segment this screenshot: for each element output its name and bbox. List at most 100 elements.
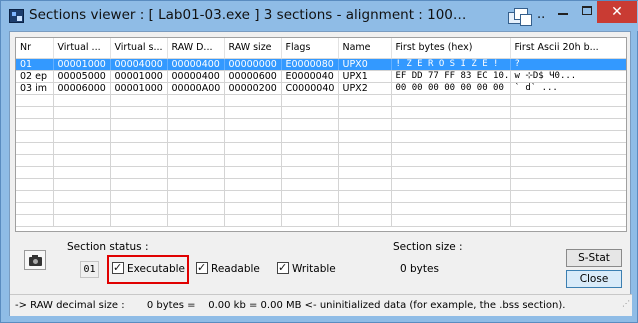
table-row[interactable]: 01 00001000 00004000 00000400 00000000 E00000… [16,58,626,71]
app-icon [9,9,24,23]
writable-checkbox[interactable]: Writable [277,260,336,277]
checkmark-icon [277,260,289,275]
sections-table[interactable]: Nr Virtual ... Virtual s... RAW D... RAW… [15,37,627,232]
table-row [16,166,626,179]
table-cell [53,202,111,215]
table-row[interactable]: 03 im 00006000 00001000 00000A00 00000200 C00… [16,82,626,95]
table-cell [391,106,511,119]
readable-label: Readable [211,263,260,275]
table-cell [110,94,168,107]
table-cell [167,118,225,131]
snapshot-button[interactable] [24,250,46,270]
table-cell [338,190,392,203]
table-cell: 00005000 [53,70,111,83]
table-cell: 00001000 [110,82,168,95]
s-stat-button[interactable]: S-Stat [566,249,622,267]
table-cell [110,178,168,191]
table-cell [281,94,339,107]
client-area: Nr Virtual ... Virtual s... RAW D... RAW… [9,31,632,316]
column-header[interactable]: Virtual s... [110,38,168,59]
table-cell [53,142,111,155]
column-header[interactable]: First bytes (hex) [391,38,511,59]
close-window-button[interactable]: ✕ [597,1,637,23]
close-icon: ✕ [611,4,623,20]
table-cell [510,202,626,215]
section-number-field: 01 [80,261,99,278]
table-cell: 00001000 [110,70,168,83]
table-cell [338,214,392,227]
resize-grip-icon[interactable]: ⋰ [622,295,630,314]
table-cell [391,190,511,203]
table-cell [110,142,168,155]
table-cell [281,214,339,227]
column-header[interactable]: Name [338,38,392,59]
close-button[interactable]: Close [566,270,622,288]
table-cell [53,94,111,107]
table-cell [510,130,626,143]
table-cell [53,178,111,191]
table-cell: 00001000 [53,58,111,71]
table-cell: 00004000 [110,58,168,71]
column-header[interactable]: RAW D... [167,38,225,59]
table-cell [110,190,168,203]
table-cell [53,166,111,179]
table-row [16,94,626,107]
table-cell: ? [510,58,626,71]
table-cell [167,130,225,143]
readable-checkbox[interactable]: Readable [196,260,260,277]
table-row[interactable]: 02 ep 00005000 00001000 00000400 00000600 E00… [16,70,626,83]
table-cell [16,142,54,155]
table-cell: UPX2 [338,82,392,95]
table-cell [110,106,168,119]
table-cell [338,130,392,143]
column-header[interactable]: Virtual ... [53,38,111,59]
table-cell [167,178,225,191]
table-cell [53,130,111,143]
table-cell [510,190,626,203]
column-header[interactable]: First Ascii 20h b... [510,38,626,59]
table-cell: UPX0 [338,58,392,71]
table-cell [167,106,225,119]
table-cell [224,190,282,203]
table-cell [224,130,282,143]
column-header[interactable]: RAW size [224,38,282,59]
table-cell: ! Z E R O S I Z E ! [391,58,511,71]
table-cell [391,154,511,167]
table-cell: ` d` ... [510,82,626,95]
table-cell: 00006000 [53,82,111,95]
minimize-icon [558,13,568,15]
table-cell [110,166,168,179]
column-header[interactable]: Nr [16,38,54,59]
table-cell [281,190,339,203]
table-cell [224,94,282,107]
section-size-value: 0 bytes [400,263,439,275]
table-cell: 00000000 [224,58,282,71]
table-cell [110,214,168,227]
table-cell: 00000400 [167,70,225,83]
table-cell [224,166,282,179]
table-cell [338,94,392,107]
table-cell: 03 im [16,82,54,95]
title-bar[interactable]: Sections viewer : [ Lab01-03.exe ] 3 sec… [1,1,638,31]
table-cell [510,154,626,167]
column-header[interactable]: Flags [281,38,339,59]
maximize-button[interactable] [577,1,597,23]
executable-highlight-box [107,255,189,284]
table-cell [16,178,54,191]
table-cell [338,166,392,179]
minimize-button[interactable] [553,1,573,23]
table-cell [53,190,111,203]
table-row [16,214,626,227]
table-cell [16,214,54,227]
table-cell [510,166,626,179]
table-cell [16,106,54,119]
table-row [16,130,626,143]
table-cell: 01 [16,58,54,71]
table-cell [338,118,392,131]
table-cell [281,142,339,155]
table-cell [16,130,54,143]
table-cell [510,214,626,227]
table-cell: 00000A00 [167,82,225,95]
table-cell [53,118,111,131]
table-cell [391,94,511,107]
